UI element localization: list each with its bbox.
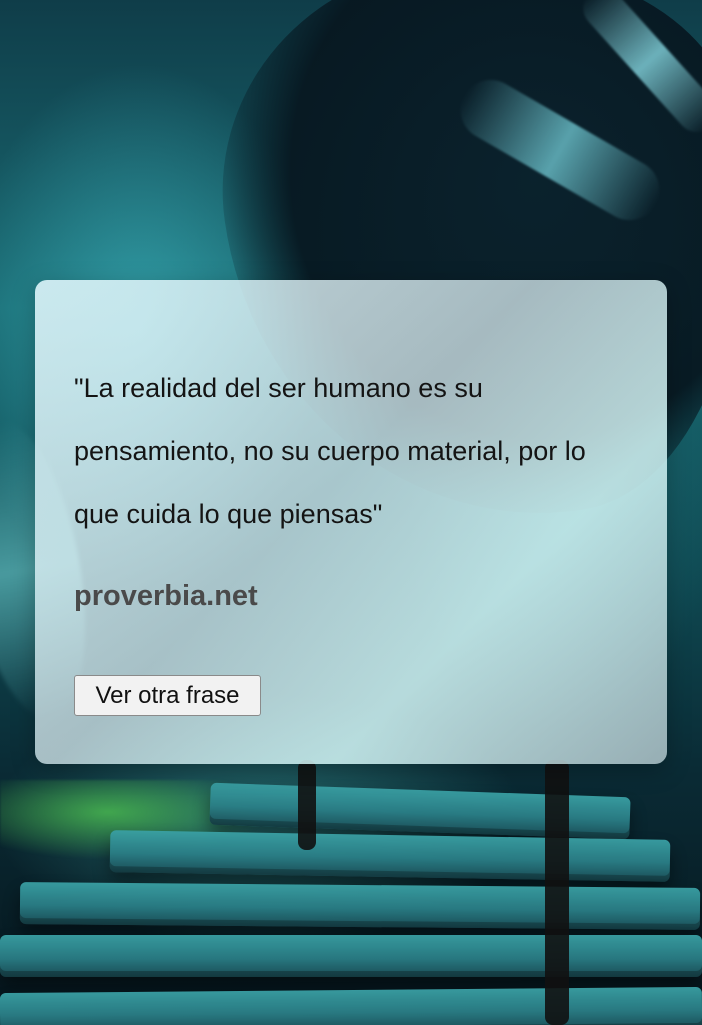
bridge-plank xyxy=(0,935,702,977)
bridge-post xyxy=(298,760,316,850)
bridge-plank xyxy=(19,882,701,930)
quote-text: "La realidad del ser humano es su pensam… xyxy=(74,373,586,529)
next-quote-button[interactable]: Ver otra frase xyxy=(74,675,261,716)
bridge-plank xyxy=(109,830,671,882)
bridge-plank xyxy=(0,986,702,1025)
page: "La realidad del ser humano es su pensam… xyxy=(0,0,702,1025)
bridge-post xyxy=(545,760,569,1025)
quote-source: proverbia.net xyxy=(74,580,258,612)
